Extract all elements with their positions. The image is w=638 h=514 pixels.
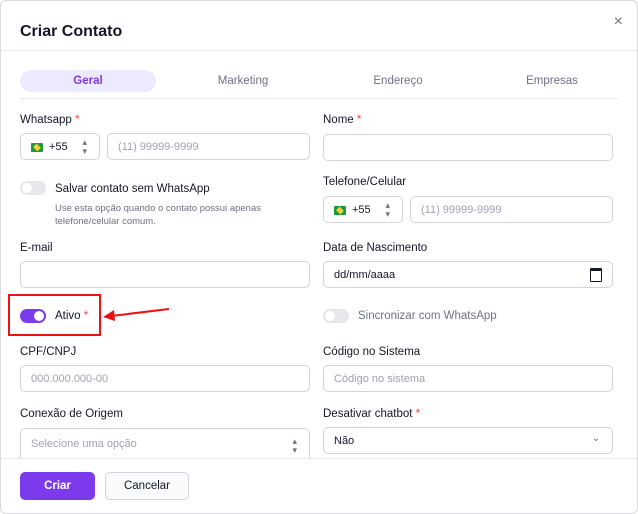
birthdate-label: Data de Nascimento [323,242,428,254]
email-label: E-mail [20,242,53,254]
conexao-label: Conexão de Origem [20,408,123,420]
telefone-ddi: +55 [352,204,371,216]
whatsapp-input[interactable]: (11) 99999-9999 [107,133,310,160]
chatbot-value: Não [334,435,355,447]
tab-geral[interactable]: Geral [20,70,156,92]
save-without-whatsapp-hint: Use esta opção quando o contato possui a… [55,203,261,227]
brazil-flag-icon [334,206,346,215]
annotation-arrow-icon [103,308,170,321]
updown-chevron-icon: ▴ ▾ [82,137,87,156]
toggle-knob [22,183,32,193]
tabs-divider [20,98,618,99]
telefone-placeholder: (11) 99999-9999 [421,204,502,216]
chatbot-select[interactable]: Não ⌄ [323,427,613,454]
close-icon[interactable]: × [614,13,623,31]
chevron-down-icon: ⌄ [591,433,600,444]
header-divider [1,50,637,51]
tabs: Geral Marketing Endereço Empresas [20,70,620,92]
birthdate-input[interactable]: dd/mm/aaaa [323,261,613,288]
whatsapp-placeholder: (11) 99999-9999 [118,141,199,153]
toggle-knob [325,311,335,321]
codigo-label: Código no Sistema [323,346,421,358]
cpf-input[interactable]: 000.000.000-00 [20,365,310,392]
email-input[interactable] [20,261,310,288]
save-without-whatsapp-toggle[interactable] [20,181,46,195]
codigo-input[interactable]: Código no sistema [323,365,613,392]
telefone-input[interactable]: (11) 99999-9999 [410,196,613,223]
updown-chevron-icon: ▴ ▾ [292,436,297,455]
conexao-select[interactable]: Selecione uma opção ▴ ▾ [20,428,310,459]
save-without-whatsapp-label: Salvar contato sem WhatsApp [55,183,210,195]
nome-input[interactable] [323,134,613,161]
cpf-label: CPF/CNPJ [20,346,77,358]
whatsapp-ddi: +55 [49,141,68,153]
telefone-country-select[interactable]: +55 ▴ ▾ [323,196,403,223]
modal-title: Criar Contato [20,23,123,40]
tab-marketing[interactable]: Marketing [175,70,311,92]
birthdate-value: dd/mm/aaaa [334,269,396,281]
codigo-placeholder: Código no sistema [334,373,426,385]
tab-endereco[interactable]: Endereço [330,70,466,92]
telefone-label: Telefone/Celular [323,176,407,188]
sync-whatsapp-toggle[interactable] [323,309,349,323]
nome-label: Nome * [323,114,362,126]
cancel-button[interactable]: Cancelar [105,472,189,500]
whatsapp-country-select[interactable]: +55 ▴ ▾ [20,133,100,160]
create-contact-modal: Criar Contato × Geral Marketing Endereço… [0,0,638,514]
calendar-icon[interactable] [590,268,602,282]
sync-whatsapp-label: Sincronizar com WhatsApp [358,310,497,322]
tab-empresas[interactable]: Empresas [484,70,620,92]
updown-chevron-icon: ▴ ▾ [385,200,390,219]
annotation-highlight-box [8,294,101,336]
cpf-placeholder: 000.000.000-00 [31,373,109,385]
conexao-placeholder: Selecione uma opção [31,438,137,450]
create-button[interactable]: Criar [20,472,95,500]
whatsapp-label: Whatsapp * [20,114,80,126]
brazil-flag-icon [31,143,43,152]
chatbot-label: Desativar chatbot * [323,408,421,420]
footer-divider [1,458,637,459]
